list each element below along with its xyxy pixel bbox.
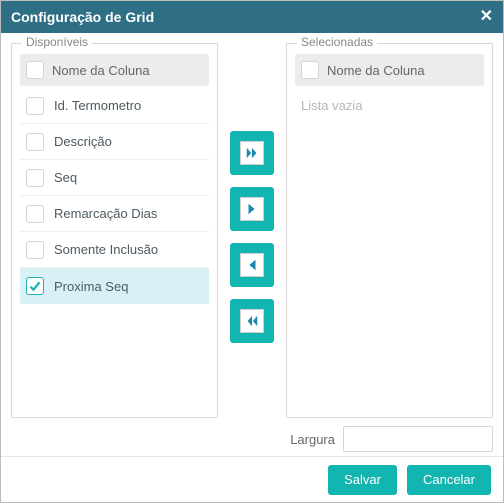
available-header: Nome da Coluna <box>20 54 209 86</box>
available-select-all-checkbox[interactable] <box>26 61 44 79</box>
selected-select-all-checkbox[interactable] <box>301 61 319 79</box>
row-checkbox[interactable] <box>26 277 44 295</box>
double-chevron-right-icon <box>240 141 264 165</box>
row-label: Id. Termometro <box>54 98 141 113</box>
save-button[interactable]: Salvar <box>328 465 397 495</box>
transfer-buttons <box>226 43 278 418</box>
move-all-right-button[interactable] <box>230 131 274 175</box>
move-all-left-button[interactable] <box>230 299 274 343</box>
available-legend: Disponíveis <box>22 35 92 49</box>
list-item[interactable]: Proxima Seq <box>20 268 209 304</box>
row-checkbox[interactable] <box>26 205 44 223</box>
chevron-right-icon <box>240 197 264 221</box>
row-checkbox[interactable] <box>26 133 44 151</box>
selected-panel: Selecionadas Nome da Coluna Lista vazia <box>286 43 493 418</box>
move-left-button[interactable] <box>230 243 274 287</box>
row-label: Remarcação Dias <box>54 206 157 221</box>
row-label: Seq <box>54 170 77 185</box>
dialog-body: Disponíveis Nome da Coluna Id. Termometr… <box>1 33 503 456</box>
move-right-button[interactable] <box>230 187 274 231</box>
width-label: Largura <box>290 432 335 447</box>
dialog-titlebar: Configuração de Grid ✕ <box>1 1 503 33</box>
close-icon[interactable]: ✕ <box>480 9 493 25</box>
width-row: Largura <box>11 422 493 456</box>
selected-header-label: Nome da Coluna <box>327 63 425 78</box>
width-input[interactable] <box>343 426 493 452</box>
row-checkbox[interactable] <box>26 97 44 115</box>
columns-layout: Disponíveis Nome da Coluna Id. Termometr… <box>11 43 493 418</box>
list-item[interactable]: Seq <box>20 160 209 196</box>
list-item[interactable]: Somente Inclusão <box>20 232 209 268</box>
available-header-label: Nome da Coluna <box>52 63 150 78</box>
selected-header: Nome da Coluna <box>295 54 484 86</box>
list-item[interactable]: Remarcação Dias <box>20 196 209 232</box>
cancel-button[interactable]: Cancelar <box>407 465 491 495</box>
dialog-footer: Salvar Cancelar <box>1 456 503 502</box>
selected-legend: Selecionadas <box>297 35 377 49</box>
available-panel: Disponíveis Nome da Coluna Id. Termometr… <box>11 43 218 418</box>
row-checkbox[interactable] <box>26 241 44 259</box>
double-chevron-left-icon <box>240 309 264 333</box>
empty-message: Lista vazia <box>295 88 484 123</box>
row-checkbox[interactable] <box>26 169 44 187</box>
selected-list[interactable]: Lista vazia <box>295 88 484 409</box>
row-label: Somente Inclusão <box>54 242 158 257</box>
dialog-title: Configuração de Grid <box>11 9 154 25</box>
grid-config-dialog: Configuração de Grid ✕ Disponíveis Nome … <box>0 0 504 503</box>
chevron-left-icon <box>240 253 264 277</box>
row-label: Proxima Seq <box>54 279 128 294</box>
list-item[interactable]: Descrição <box>20 124 209 160</box>
list-item[interactable]: Id. Termometro <box>20 88 209 124</box>
row-label: Descrição <box>54 134 112 149</box>
available-list[interactable]: Id. Termometro Descrição Seq Remarcação Dia… <box>20 88 209 409</box>
